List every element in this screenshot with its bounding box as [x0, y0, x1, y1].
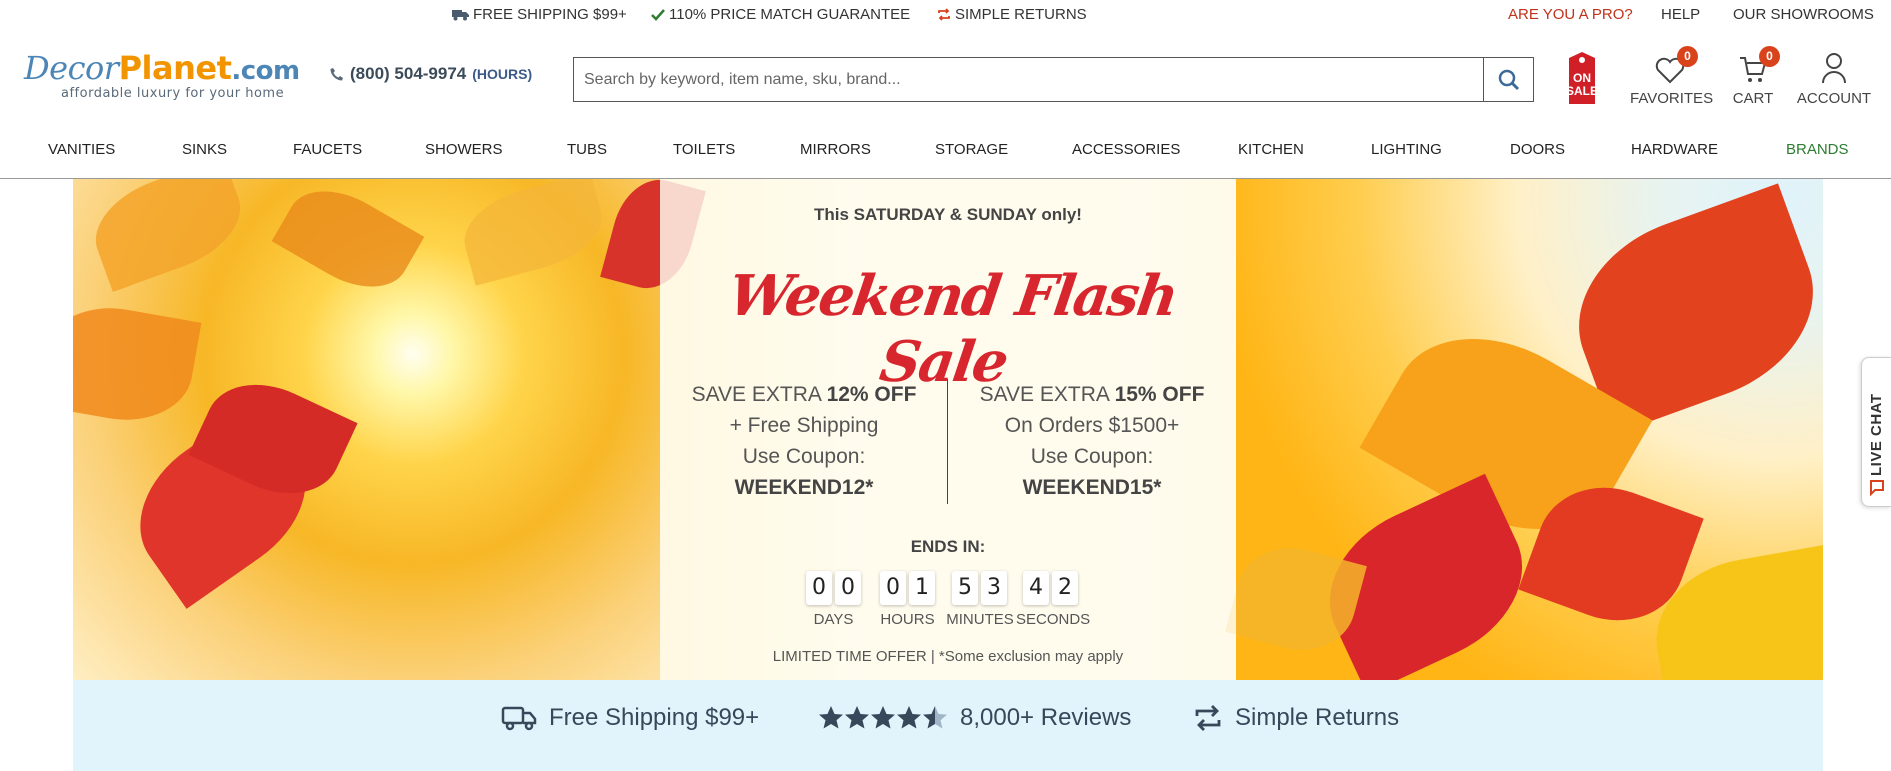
nav-sinks[interactable]: SINKS [182, 141, 227, 158]
nav-storage[interactable]: STORAGE [935, 141, 1008, 158]
phone-number: (800) 504-9974 [350, 64, 467, 83]
account-button[interactable]: ACCOUNT [1794, 50, 1874, 107]
search-input[interactable] [574, 58, 1483, 101]
countdown-minutes: 5 3 [952, 571, 1007, 605]
favorites-button[interactable]: 0 FAVORITES [1630, 46, 1714, 107]
cart-button[interactable]: 0 CART [1728, 46, 1780, 107]
logo-tagline: affordable luxury for your home [61, 86, 285, 101]
live-chat-label: LIVE CHAT [1868, 393, 1885, 476]
trust-free-shipping[interactable]: Free Shipping $99+ [501, 704, 759, 732]
are-you-a-pro-link[interactable]: ARE YOU A PRO? [1508, 6, 1633, 23]
offer-2-percent: 15% OFF [1114, 383, 1205, 406]
offer-2-line2: On Orders $1500+ [1004, 414, 1180, 437]
promo-label: FREE SHIPPING $99+ [473, 6, 627, 23]
returns-icon [1195, 705, 1221, 731]
countdown-digit: 5 [952, 571, 978, 605]
countdown-digit: 0 [806, 571, 832, 605]
offer-divider [947, 379, 948, 504]
countdown-digit: 1 [909, 571, 935, 605]
nav-lighting[interactable]: LIGHTING [1371, 141, 1442, 158]
star-rating-icon [819, 706, 947, 729]
sale-tag-icon: ON SALE [1566, 52, 1598, 104]
onsale-line1: ON [1573, 71, 1591, 85]
promo-price-match[interactable]: 110% PRICE MATCH GUARANTEE [651, 6, 910, 23]
top-promo-bar: FREE SHIPPING $99+ 110% PRICE MATCH GUAR… [0, 0, 1891, 30]
checkmark-icon [651, 8, 665, 21]
offer-2-line3: Use Coupon: [1030, 445, 1154, 468]
nav-doors[interactable]: DOORS [1510, 141, 1565, 158]
account-label: ACCOUNT [1796, 90, 1872, 107]
promo-label: SIMPLE RETURNS [955, 6, 1087, 23]
nav-brands[interactable]: BRANDS [1786, 141, 1849, 158]
offer-1-line3: Use Coupon: [742, 445, 866, 468]
cart-count-badge: 0 [1759, 46, 1780, 67]
autumn-leaves-right-image [1225, 179, 1823, 680]
cart-label: CART [1732, 90, 1774, 107]
trust-strip: Free Shipping $99+ 8,000+ Reviews Simple… [73, 680, 1823, 771]
offer-2-coupon-code: WEEKEND15* [1022, 476, 1162, 499]
countdown-digit: 2 [1052, 571, 1078, 605]
nav-showers[interactable]: SHOWERS [425, 141, 503, 158]
main-nav: VANITIES SINKS FAUCETS SHOWERS TUBS TOIL… [0, 141, 1891, 179]
countdown-digit: 0 [835, 571, 861, 605]
chat-bubble-icon [1870, 480, 1884, 496]
weekend-flash-sale-banner[interactable]: This SATURDAY & SUNDAY only! Weekend Fla… [73, 179, 1823, 680]
nav-faucets[interactable]: FAUCETS [293, 141, 362, 158]
nav-kitchen[interactable]: KITCHEN [1238, 141, 1304, 158]
offer-1: SAVE EXTRA 12% OFF + Free Shipping Use C… [674, 379, 934, 503]
countdown-digit: 4 [1023, 571, 1049, 605]
promo-simple-returns[interactable]: SIMPLE RETURNS [937, 6, 1087, 23]
countdown-seconds: 4 2 [1023, 571, 1078, 605]
truck-icon [452, 9, 469, 20]
nav-tubs[interactable]: TUBS [567, 141, 607, 158]
search-icon [1498, 69, 1519, 90]
countdown-days: 0 0 [806, 571, 861, 605]
ends-in-label: ENDS IN: [910, 537, 986, 556]
trust-returns-label: Simple Returns [1235, 704, 1400, 731]
sale-dates-text: This SATURDAY & SUNDAY only! [814, 205, 1082, 224]
promo-free-shipping[interactable]: FREE SHIPPING $99+ [452, 6, 627, 23]
nav-vanities[interactable]: VANITIES [48, 141, 115, 158]
phone-contact[interactable]: (800) 504-9974 (HOURS) [330, 64, 532, 84]
nav-hardware[interactable]: HARDWARE [1631, 141, 1718, 158]
returns-icon [938, 8, 950, 21]
search-bar [573, 57, 1534, 102]
hours-link[interactable]: (HOURS) [472, 66, 532, 82]
favorites-label: FAVORITES [1630, 90, 1714, 107]
offer-1-percent: 12% OFF [826, 383, 917, 406]
autumn-leaves-left-image [73, 179, 706, 680]
sale-title: Weekend Flash Sale [724, 263, 1181, 395]
nav-toilets[interactable]: TOILETS [673, 141, 735, 158]
our-showrooms-link[interactable]: OUR SHOWROOMS [1733, 6, 1874, 23]
user-icon [1822, 53, 1846, 84]
logo-wordmark: DecorPlanet.com [24, 49, 300, 87]
help-link[interactable]: HELP [1661, 6, 1700, 23]
site-logo[interactable]: DecorPlanet.com affordable luxury for yo… [24, 50, 314, 101]
offer-1-coupon-code: WEEKEND12* [734, 476, 874, 499]
promo-label: 110% PRICE MATCH GUARANTEE [669, 6, 911, 23]
trust-reviews[interactable]: 8,000+ Reviews [818, 704, 1131, 732]
favorites-count-badge: 0 [1677, 46, 1698, 67]
limited-offer-disclaimer: LIMITED TIME OFFER | *Some exclusion may… [772, 648, 1124, 665]
offer-1-line2: + Free Shipping [729, 414, 879, 437]
onsale-line2: SALE [1566, 84, 1598, 98]
countdown-days-label: DAYS [813, 611, 854, 628]
trust-simple-returns[interactable]: Simple Returns [1193, 704, 1399, 732]
countdown-seconds-label: SECONDS [1016, 611, 1091, 628]
countdown-hours: 0 1 [880, 571, 935, 605]
countdown-digit: 3 [981, 571, 1007, 605]
trust-shipping-label: Free Shipping $99+ [549, 704, 760, 731]
offer-2: SAVE EXTRA 15% OFF On Orders $1500+ Use … [962, 379, 1222, 503]
trust-reviews-label: 8,000+ Reviews [960, 704, 1132, 731]
nav-accessories[interactable]: ACCESSORIES [1072, 141, 1180, 158]
search-button[interactable] [1483, 58, 1533, 101]
nav-mirrors[interactable]: MIRRORS [800, 141, 871, 158]
phone-icon [330, 68, 343, 81]
countdown-minutes-label: MINUTES [946, 611, 1014, 628]
countdown-digit: 0 [880, 571, 906, 605]
countdown-hours-label: HOURS [880, 611, 935, 628]
truck-icon [501, 706, 537, 731]
live-chat-tab[interactable]: LIVE CHAT [1861, 357, 1891, 507]
on-sale-tag[interactable]: ON SALE [1557, 52, 1607, 104]
